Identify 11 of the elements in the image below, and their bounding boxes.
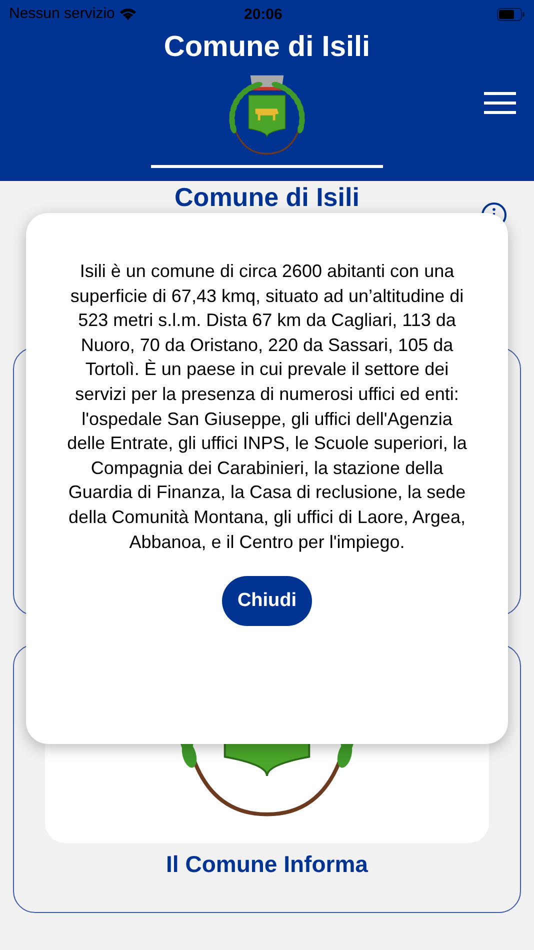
- card-title: Il Comune Informa: [166, 850, 368, 879]
- app-title: Comune di Isili: [164, 30, 370, 65]
- menu-button[interactable]: [484, 92, 516, 114]
- wifi-icon: [118, 7, 137, 21]
- carrier-label: Nessun servizio: [9, 4, 115, 24]
- description-text: Isili è un comune di circa 2600 abitanti con una superficie di 67,43 kmq, situato ad un’altitudine di 523 metri s.l.m. Dista 67 km da Cagliari, 113 da Nuoro, 70 da Oristano, 220 da Sassari, 105 da Tortolì. È un paese in cui prevale il settore dei servizi per la presenza di numerosi uffici ed enti: l'ospedale San Giuseppe, gli uffici dell'Agenzia delle Entrate, gli uffici INPS, le Scuole superiori, la Compagnia dei Carabinieri, la stazione della Guardia di Finanza, la Casa di reclusione, la sede della Comunità Montana, gli uffici di Laore, Argea, Abbanoa, e il Centro per l'impiego.: [67, 260, 467, 554]
- clock: 20:06: [244, 5, 282, 25]
- menu-icon: [484, 92, 516, 114]
- close-button[interactable]: Chiudi: [222, 576, 312, 626]
- page-heading: Comune di Isili: [174, 183, 360, 211]
- battery-icon: [497, 8, 525, 20]
